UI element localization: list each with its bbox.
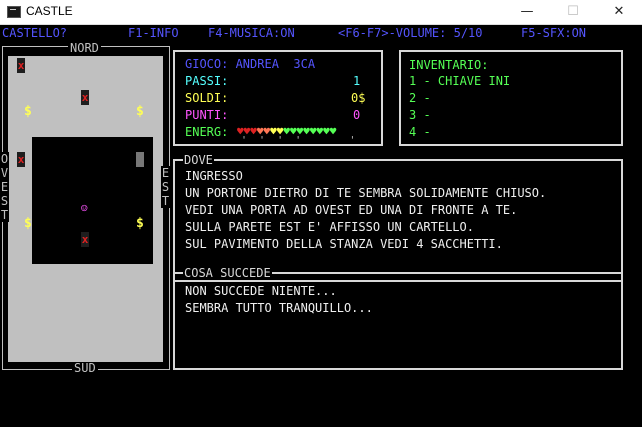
dove-panel: INGRESSO UN PORTONE DIETRO DI TE SEMBRA … bbox=[173, 159, 623, 282]
west-letter-5: T bbox=[0, 208, 9, 222]
inventory-panel: INVENTARIO: 1 - CHIAVE INI 2 - 3 - 4 - bbox=[399, 50, 623, 146]
dove-line-3: VEDI UNA PORTA AD OVEST ED UNA DI FRONTE… bbox=[185, 203, 518, 217]
dove-line-1: INGRESSO bbox=[185, 169, 243, 183]
money-bag-2[interactable]: $ bbox=[136, 104, 144, 119]
energy-label: ENERG: bbox=[185, 125, 229, 139]
window-titlebar: CASTLE — ☐ ✕ bbox=[0, 0, 642, 25]
events-label: COSA SUCCEDE bbox=[183, 266, 272, 280]
west-letter-3: E bbox=[0, 180, 9, 194]
points-value: 0 bbox=[353, 108, 361, 122]
stats-panel: GIOCO: ANDREA 3CA PASSI: 1 SOLDI: 0$ PUN… bbox=[173, 50, 383, 146]
player-marker: ☺ bbox=[81, 202, 88, 215]
inventory-item-2[interactable]: 2 - bbox=[409, 91, 431, 105]
east-letter-3: T bbox=[161, 194, 170, 208]
info-key[interactable]: F1-INFO bbox=[128, 26, 179, 40]
maximize-button[interactable]: ☐ bbox=[550, 0, 596, 24]
money-value: 0$ bbox=[351, 91, 366, 105]
map-south-label: SUD bbox=[72, 361, 98, 375]
money-bag-3[interactable]: $ bbox=[24, 216, 32, 231]
east-letter-1: E bbox=[161, 166, 170, 180]
volume-control[interactable]: <F6-F7>-VOLUME: 5/10 bbox=[338, 26, 483, 40]
sfx-toggle[interactable]: F5-SFX:ON bbox=[521, 26, 586, 40]
west-letter-1: O bbox=[0, 152, 9, 166]
inventory-title: INVENTARIO: bbox=[409, 58, 489, 72]
money-bag-1[interactable]: $ bbox=[24, 104, 32, 119]
west-letter-2: V bbox=[0, 166, 9, 180]
dove-line-2: UN PORTONE DIETRO DI TE SEMBRA SOLIDAMEN… bbox=[185, 186, 547, 200]
events-panel: NON SUCCEDE NIENTE... SEMBRA TUTTO TRANQ… bbox=[173, 272, 623, 370]
map-north-label: NORD bbox=[68, 41, 101, 55]
steps-label: PASSI: bbox=[185, 74, 229, 88]
castle-map: x x x x x $ $ $ $ ☺ bbox=[8, 56, 163, 362]
door-west[interactable]: x bbox=[17, 152, 25, 167]
minimize-button[interactable]: — bbox=[504, 0, 550, 24]
energy-ticks: ' ' ' ' ' bbox=[241, 135, 356, 146]
east-letter-2: S bbox=[161, 180, 170, 194]
event-line-1: NON SUCCEDE NIENTE... bbox=[185, 284, 337, 298]
player-name: GIOCO: ANDREA 3CA bbox=[185, 57, 316, 71]
event-line-2: SEMBRA TUTTO TRANQUILLO... bbox=[185, 301, 373, 315]
inventory-item-1[interactable]: 1 - CHIAVE INI bbox=[409, 74, 510, 88]
close-button[interactable]: ✕ bbox=[596, 0, 642, 24]
door-south[interactable]: x bbox=[81, 232, 89, 247]
window-title: CASTLE bbox=[26, 4, 73, 18]
door-north[interactable]: x bbox=[81, 90, 89, 105]
game-screen[interactable]: CASTELLO? F1-INFO F4-MUSICA:ON <F6-F7>-V… bbox=[0, 25, 642, 427]
app-icon bbox=[7, 6, 21, 18]
sign-east-wall[interactable]: x bbox=[136, 152, 144, 167]
music-toggle[interactable]: F4-MUSICA:ON bbox=[208, 26, 295, 40]
points-label: PUNTI: bbox=[185, 108, 229, 122]
dove-label: DOVE bbox=[183, 153, 214, 167]
location-label: CASTELLO? bbox=[2, 26, 68, 40]
inventory-item-3[interactable]: 3 - bbox=[409, 108, 431, 122]
money-bag-4[interactable]: $ bbox=[136, 216, 144, 231]
dove-line-5: SUL PAVIMENTO DELLA STANZA VEDI 4 SACCHE… bbox=[185, 237, 503, 251]
dove-line-4: SULLA PARETE EST E' AFFISSO UN CARTELLO. bbox=[185, 220, 474, 234]
inventory-item-4[interactable]: 4 - bbox=[409, 125, 431, 139]
current-room bbox=[32, 137, 153, 264]
west-letter-4: S bbox=[0, 194, 9, 208]
money-label: SOLDI: bbox=[185, 91, 229, 105]
steps-value: 1 bbox=[353, 74, 361, 88]
door-top-left: x bbox=[17, 58, 25, 73]
